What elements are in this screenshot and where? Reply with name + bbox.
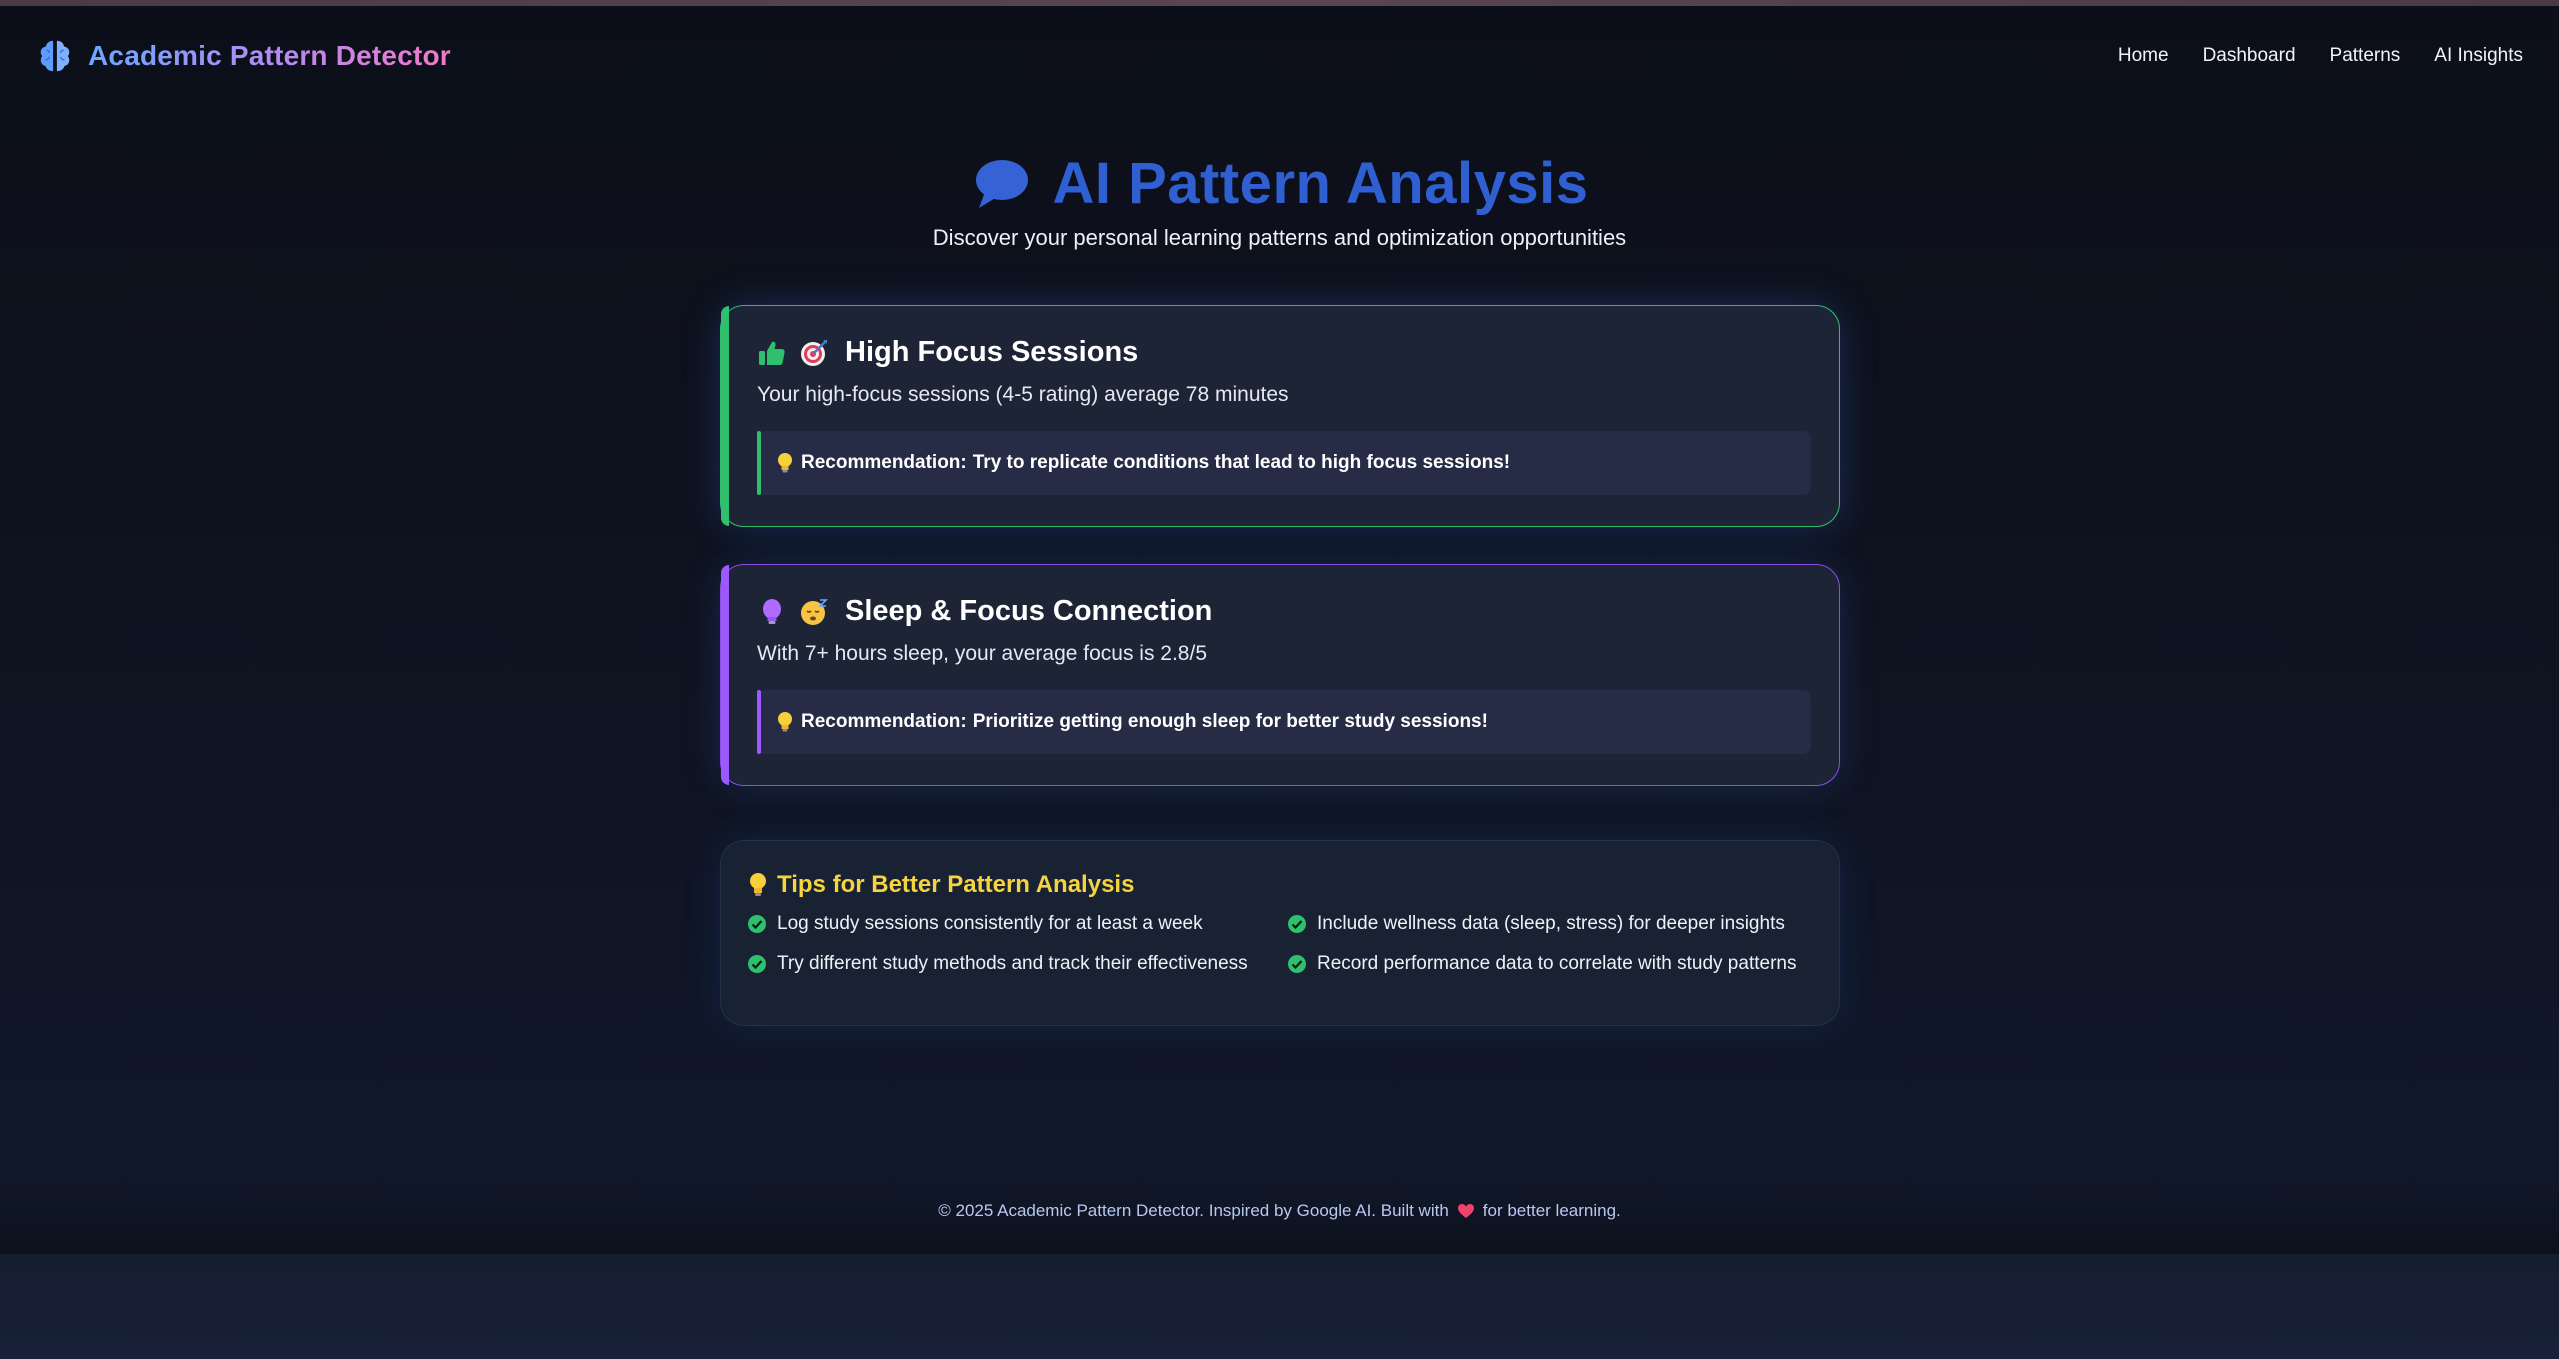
sleeping-face-icon <box>801 598 828 625</box>
insight-card-sleep-focus: Sleep & Focus Connection With 7+ hours s… <box>720 564 1840 786</box>
footer-text-after: for better learning. <box>1482 1201 1621 1220</box>
card-header: Sleep & Focus Connection <box>757 595 1811 628</box>
navbar: Academic Pattern Detector Home Dashboard… <box>0 6 2559 106</box>
lightbulb-icon <box>778 453 792 473</box>
heart-icon <box>1457 1204 1474 1218</box>
tips-panel: Tips for Better Pattern Analysis Log stu… <box>720 840 1840 1026</box>
tip-item: Log study sessions consistently for at l… <box>747 913 1287 935</box>
page-title-text: AI Pattern Analysis <box>1052 151 1589 216</box>
page-bottom-area <box>0 1254 2559 1359</box>
recommendation-label: Recommendation: <box>801 711 967 732</box>
card-description: With 7+ hours sleep, your average focus … <box>757 642 1207 665</box>
check-circle-icon <box>748 915 766 933</box>
tip-text: Log study sessions consistently for at l… <box>777 913 1203 934</box>
card-title: Sleep & Focus Connection <box>845 595 1213 627</box>
page-subtitle: Discover your personal learning patterns… <box>932 225 1627 250</box>
tips-title: Tips for Better Pattern Analysis <box>777 871 1135 898</box>
check-circle-icon <box>1288 915 1306 933</box>
check-circle-icon <box>748 955 766 973</box>
check-circle-icon <box>1288 955 1306 973</box>
nav-dashboard[interactable]: Dashboard <box>2203 45 2296 67</box>
nav-ai-insights[interactable]: AI Insights <box>2434 45 2523 67</box>
brand[interactable]: Academic Pattern Detector <box>36 37 451 75</box>
tip-item: Record performance data to correlate wit… <box>1287 953 1827 975</box>
recommendation-text: Prioritize getting enough sleep for bett… <box>972 711 1488 732</box>
recommendation-box: Recommendation: Prioritize getting enoug… <box>757 690 1811 754</box>
main-nav: Home Dashboard Patterns AI Insights <box>2118 45 2523 67</box>
nav-patterns[interactable]: Patterns <box>2330 45 2401 67</box>
recommendation-box: Recommendation: Try to replicate conditi… <box>757 431 1811 495</box>
tip-text: Try different study methods and track th… <box>777 953 1248 974</box>
thumbs-up-icon <box>759 341 785 365</box>
insight-card-high-focus: High Focus Sessions Your high-focus sess… <box>720 305 1840 527</box>
speech-bubble-icon <box>975 159 1028 208</box>
target-icon <box>801 339 827 366</box>
brand-title: Academic Pattern Detector <box>88 40 451 71</box>
tips-header: Tips for Better Pattern Analysis <box>747 871 1815 899</box>
card-header: High Focus Sessions <box>757 336 1811 369</box>
tips-list: Log study sessions consistently for at l… <box>747 913 1815 975</box>
tip-item: Include wellness data (sleep, stress) fo… <box>1287 913 1827 935</box>
lightbulb-icon <box>778 712 792 732</box>
footer-text-before: © 2025 Academic Pattern Detector. Inspir… <box>938 1201 1449 1220</box>
brain-icon <box>40 40 70 72</box>
page-title: AI Pattern Analysis <box>971 150 1589 217</box>
tip-text: Include wellness data (sleep, stress) fo… <box>1317 913 1785 934</box>
nav-home[interactable]: Home <box>2118 45 2169 67</box>
card-description: Your high-focus sessions (4-5 rating) av… <box>757 383 1289 406</box>
lightbulb-icon <box>763 598 781 624</box>
footer: © 2025 Academic Pattern Detector. Inspir… <box>0 1168 2559 1254</box>
tip-text: Record performance data to correlate wit… <box>1317 953 1797 974</box>
recommendation-label: Recommendation: <box>801 452 967 473</box>
recommendation-text: Try to replicate conditions that lead to… <box>972 452 1511 473</box>
hero: AI Pattern Analysis Discover your person… <box>0 150 2559 251</box>
card-title: High Focus Sessions <box>845 336 1139 368</box>
lightbulb-icon <box>750 873 766 896</box>
tip-item: Try different study methods and track th… <box>747 953 1287 975</box>
